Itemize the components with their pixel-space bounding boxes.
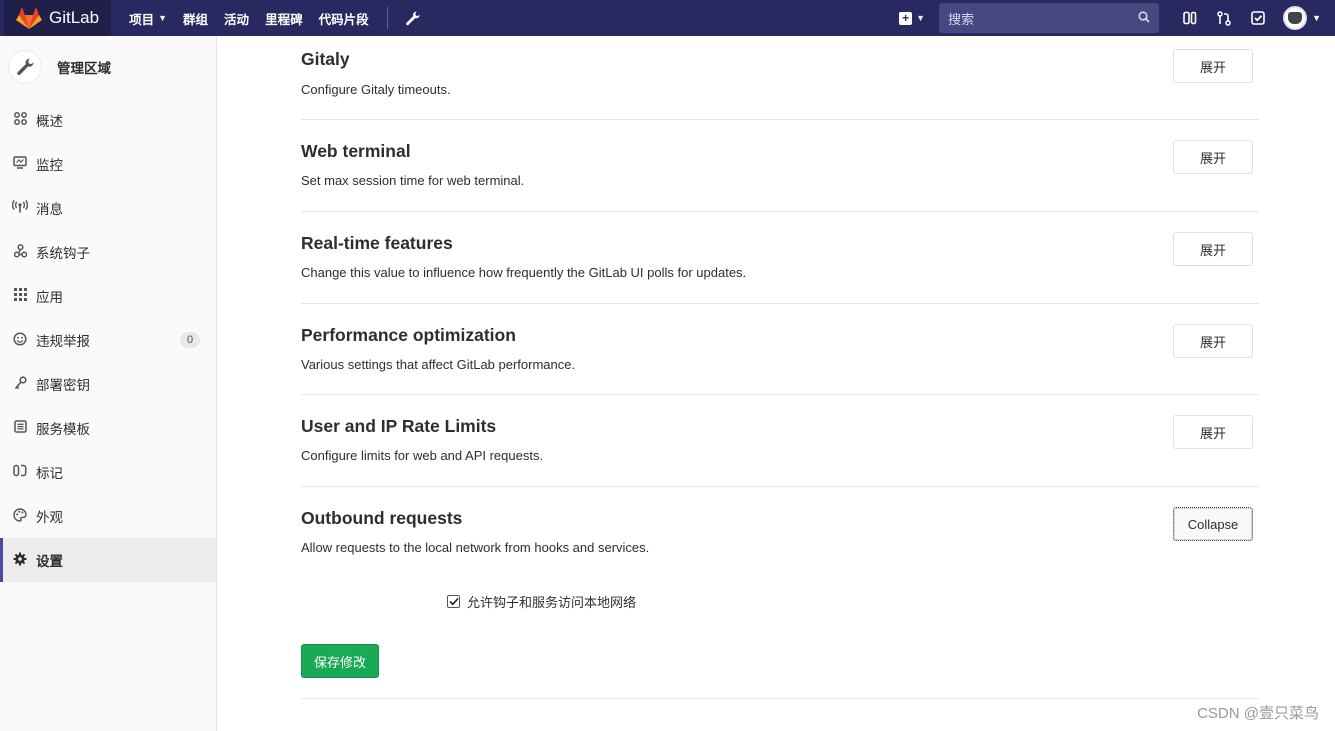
section-description: Change this value to influence how frequ… [301,265,747,280]
nav-groups[interactable]: 群组 [175,0,216,36]
section-divider [301,698,1259,699]
search-icon [1138,10,1150,26]
sidebar-item-label: 设置 [36,554,63,569]
broadcast-icon [11,200,29,216]
chevron-down-icon: ▼ [158,13,168,23]
sidebar-item-applications[interactable]: 应用 [0,274,216,318]
section-title: Real-time features [301,233,453,253]
main-nav: 项目 ▼ 群组 活动 里程碑 代码片段 [121,0,428,36]
sidebar-item-label: 服务模板 [36,422,90,437]
smiley-icon [12,331,28,349]
nav-divider [386,7,388,29]
nav-projects[interactable]: 项目 ▼ [121,0,175,36]
expand-button[interactable]: 展开 [1173,140,1253,174]
sidebar-item-deploy-keys[interactable]: 部署密钥 [0,362,216,406]
sidebar-item-label: 应用 [36,290,63,305]
section-description: Configure Gitaly timeouts. [301,82,451,97]
section-description: Allow requests to the local network from… [301,540,650,555]
overview-icon [12,112,28,128]
sidebar-item-system-hooks[interactable]: 系统钩子 [0,230,216,274]
sidebar-item-label: 部署密钥 [36,378,90,393]
section-description: Configure limits for web and API request… [301,448,544,463]
sidebar-item-service-templates[interactable]: 服务模板 [0,406,216,450]
expand-button[interactable]: 展开 [1173,232,1253,266]
nav-snippets[interactable]: 代码片段 [311,0,377,36]
sidebar-item-abuse-reports[interactable]: 违规举报 0 [0,318,216,362]
settings-content: Gitaly Configure Gitaly timeouts. 展开 Web… [301,36,1259,707]
wrench-icon [8,50,42,84]
plus-square-icon: + [899,11,913,25]
settings-section-performance: Performance optimization Various setting… [301,304,1259,395]
section-title: Performance optimization [301,325,516,345]
hook-icon [12,243,28,261]
apps-icon [12,288,28,304]
nav-activity[interactable]: 活动 [216,0,257,36]
merge-request-icon[interactable] [1207,0,1241,36]
gitlab-tanuki-icon [16,7,42,29]
new-dropdown-button[interactable]: + ▼ [899,11,926,25]
section-title: Outbound requests [301,508,463,528]
user-avatar[interactable] [1283,6,1308,30]
key-icon [12,375,28,393]
todo-check-icon[interactable] [1241,0,1275,36]
sidebar-item-appearance[interactable]: 外观 [0,494,216,538]
nav-milestones[interactable]: 里程碑 [257,0,311,36]
sidebar-item-overview[interactable]: 概述 [0,98,216,142]
sidebar-title: 管理区域 [57,61,111,76]
watermark-text: CSDN @壹只菜鸟 [1197,705,1319,722]
expand-button[interactable]: 展开 [1173,49,1253,83]
collapse-button[interactable]: Collapse [1173,507,1253,541]
allow-local-requests-checkbox[interactable] [447,595,460,608]
section-title: Web terminal [301,141,411,161]
settings-section-outbound: Outbound requests Allow requests to the … [301,487,1259,707]
search-placeholder: 搜索 [948,11,975,27]
expand-button[interactable]: 展开 [1173,415,1253,449]
checkbox-label: 允许钩子和服务访问本地网络 [467,595,637,610]
section-title: User and IP Rate Limits [301,416,497,436]
sidebar-item-settings[interactable]: 设置 [0,538,216,582]
labels-icon [12,464,28,480]
admin-sidebar: 管理区域 概述 监控 消息 系统钩子 应用 违规举报 0 部署密钥 服务模板 标… [0,36,217,731]
navbar-right-tools: + ▼ 搜索 ▼ [899,0,1335,36]
expand-button[interactable]: 展开 [1173,324,1253,358]
monitor-icon [12,156,28,172]
chevron-down-icon: ▼ [916,13,926,23]
sidebar-item-label: 外观 [36,510,63,525]
sidebar-item-messages[interactable]: 消息 [0,186,216,230]
settings-section-realtime: Real-time features Change this value to … [301,212,1259,304]
save-changes-button[interactable]: 保存修改 [301,644,379,678]
sidebar-item-label: 概述 [36,114,63,129]
wrench-icon[interactable] [398,0,428,36]
gitlab-logo-text: GitLab [49,8,100,27]
count-badge: 0 [180,332,200,348]
avatar-image [1288,12,1303,24]
chevron-down-icon[interactable]: ▼ [1312,13,1321,23]
sidebar-item-label: 消息 [36,202,63,217]
sidebar-item-monitoring[interactable]: 监控 [0,142,216,186]
template-icon [12,420,28,436]
section-title: Gitaly [301,49,350,69]
top-navbar: GitLab 项目 ▼ 群组 活动 里程碑 代码片段 + ▼ 搜索 ▼ [0,0,1335,36]
sidebar-item-label: 系统钩子 [36,246,90,261]
sidebar-header[interactable]: 管理区域 [0,36,216,98]
settings-section-rate-limits: User and IP Rate Limits Configure limits… [301,395,1259,487]
settings-section-gitaly: Gitaly Configure Gitaly timeouts. 展开 [301,36,1259,120]
sidebar-item-label: 违规举报 [36,334,90,349]
section-description: Various settings that affect GitLab perf… [301,357,576,372]
section-description: Set max session time for web terminal. [301,173,525,188]
search-input[interactable]: 搜索 [939,3,1160,33]
sidebar-toggle-icon[interactable] [1173,0,1207,36]
gitlab-logo-link[interactable]: GitLab [4,0,112,36]
sidebar-item-labels[interactable]: 标记 [0,450,216,494]
sidebar-item-label: 标记 [36,466,63,481]
settings-gear-icon [12,552,28,569]
settings-section-web-terminal: Web terminal Set max session time for we… [301,120,1259,212]
allow-local-requests-option[interactable]: 允许钩子和服务访问本地网络 [447,592,636,611]
sidebar-item-label: 监控 [36,158,63,173]
palette-icon [12,507,28,525]
